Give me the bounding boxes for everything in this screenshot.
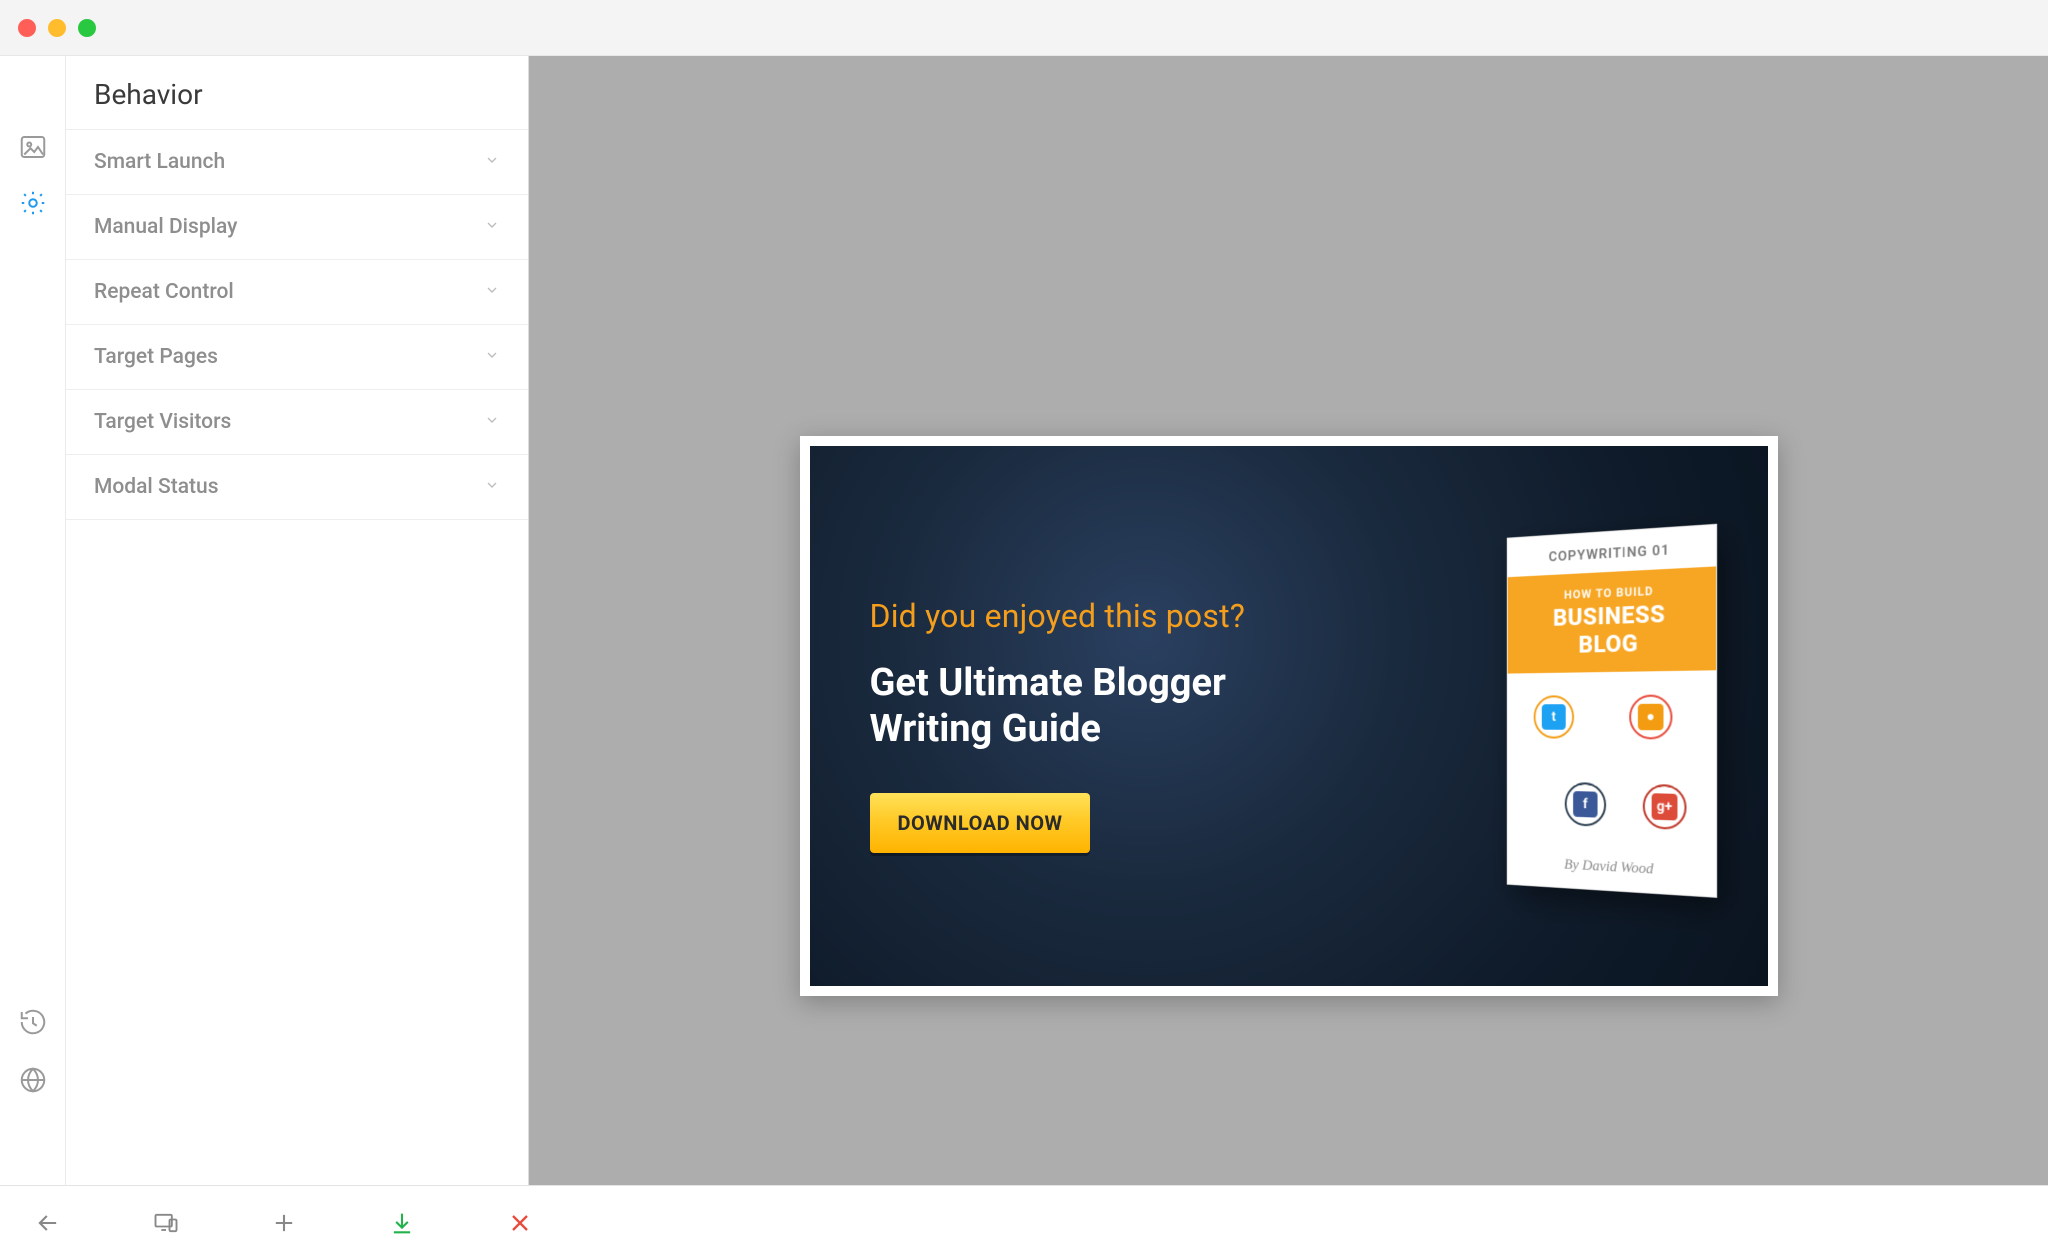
add-button[interactable] xyxy=(266,1205,302,1241)
book-band-line3: BLOG xyxy=(1516,627,1705,660)
accordion-label: Target Pages xyxy=(94,345,218,369)
accordion-manual-display[interactable]: Manual Display xyxy=(66,195,528,260)
window-zoom-button[interactable] xyxy=(78,19,96,37)
chevron-down-icon xyxy=(484,412,500,432)
twitter-icon: t xyxy=(1533,695,1573,738)
accordion-modal-status[interactable]: Modal Status xyxy=(66,455,528,520)
cta-button[interactable]: DOWNLOAD NOW xyxy=(870,793,1091,853)
window-minimize-button[interactable] xyxy=(48,19,66,37)
chevron-down-icon xyxy=(484,152,500,172)
icon-rail xyxy=(0,56,66,1185)
accordion-label: Modal Status xyxy=(94,475,219,499)
panel-header: Behavior xyxy=(66,56,528,130)
accordion-repeat-control[interactable]: Repeat Control xyxy=(66,260,528,325)
chevron-down-icon xyxy=(484,217,500,237)
accordion-label: Repeat Control xyxy=(94,280,234,304)
rss-icon: ● xyxy=(1629,694,1672,739)
traffic-lights xyxy=(18,19,96,37)
accordion-target-pages[interactable]: Target Pages xyxy=(66,325,528,390)
globe-icon[interactable] xyxy=(18,1065,48,1095)
accordion-label: Target Visitors xyxy=(94,410,231,434)
chevron-down-icon xyxy=(484,347,500,367)
popup-headline-line2: Writing Guide xyxy=(870,707,1101,751)
book-title-band: HOW TO BUILD BUSINESS BLOG xyxy=(1507,566,1715,673)
book-image: COPYWRITING 01 HOW TO BUILD BUSINESS BLO… xyxy=(1478,511,1718,921)
facebook-icon: f xyxy=(1564,781,1605,826)
settings-panel: Behavior Smart Launch Manual Display Rep… xyxy=(66,56,529,1185)
popup-preview-frame[interactable]: Did you enjoyed this post? Get Ultimate … xyxy=(800,436,1778,996)
accordion-target-visitors[interactable]: Target Visitors xyxy=(66,390,528,455)
popup-lead-text: Did you enjoyed this post? xyxy=(870,597,1468,635)
history-icon[interactable] xyxy=(18,1007,48,1037)
bottom-toolbar xyxy=(0,1185,2048,1259)
accordion-label: Manual Display xyxy=(94,215,237,239)
googleplus-icon: g+ xyxy=(1642,783,1686,829)
popup-headline: Get Ultimate Blogger Writing Guide xyxy=(870,661,1468,752)
gear-icon[interactable] xyxy=(18,188,48,218)
accordion-label: Smart Launch xyxy=(94,150,225,174)
back-button[interactable] xyxy=(30,1205,66,1241)
window-titlebar xyxy=(0,0,2048,56)
chevron-down-icon xyxy=(484,477,500,497)
image-icon[interactable] xyxy=(18,132,48,162)
panel-title: Behavior xyxy=(94,78,500,111)
window-close-button[interactable] xyxy=(18,19,36,37)
chevron-down-icon xyxy=(484,282,500,302)
popup-headline-line1: Get Ultimate Blogger xyxy=(870,661,1226,705)
editor-canvas[interactable]: Did you enjoyed this post? Get Ultimate … xyxy=(529,56,2048,1185)
accordion-smart-launch[interactable]: Smart Launch xyxy=(66,130,528,195)
devices-button[interactable] xyxy=(148,1205,184,1241)
save-button[interactable] xyxy=(384,1205,420,1241)
popup-inner: Did you enjoyed this post? Get Ultimate … xyxy=(810,446,1768,986)
close-button[interactable] xyxy=(502,1205,538,1241)
